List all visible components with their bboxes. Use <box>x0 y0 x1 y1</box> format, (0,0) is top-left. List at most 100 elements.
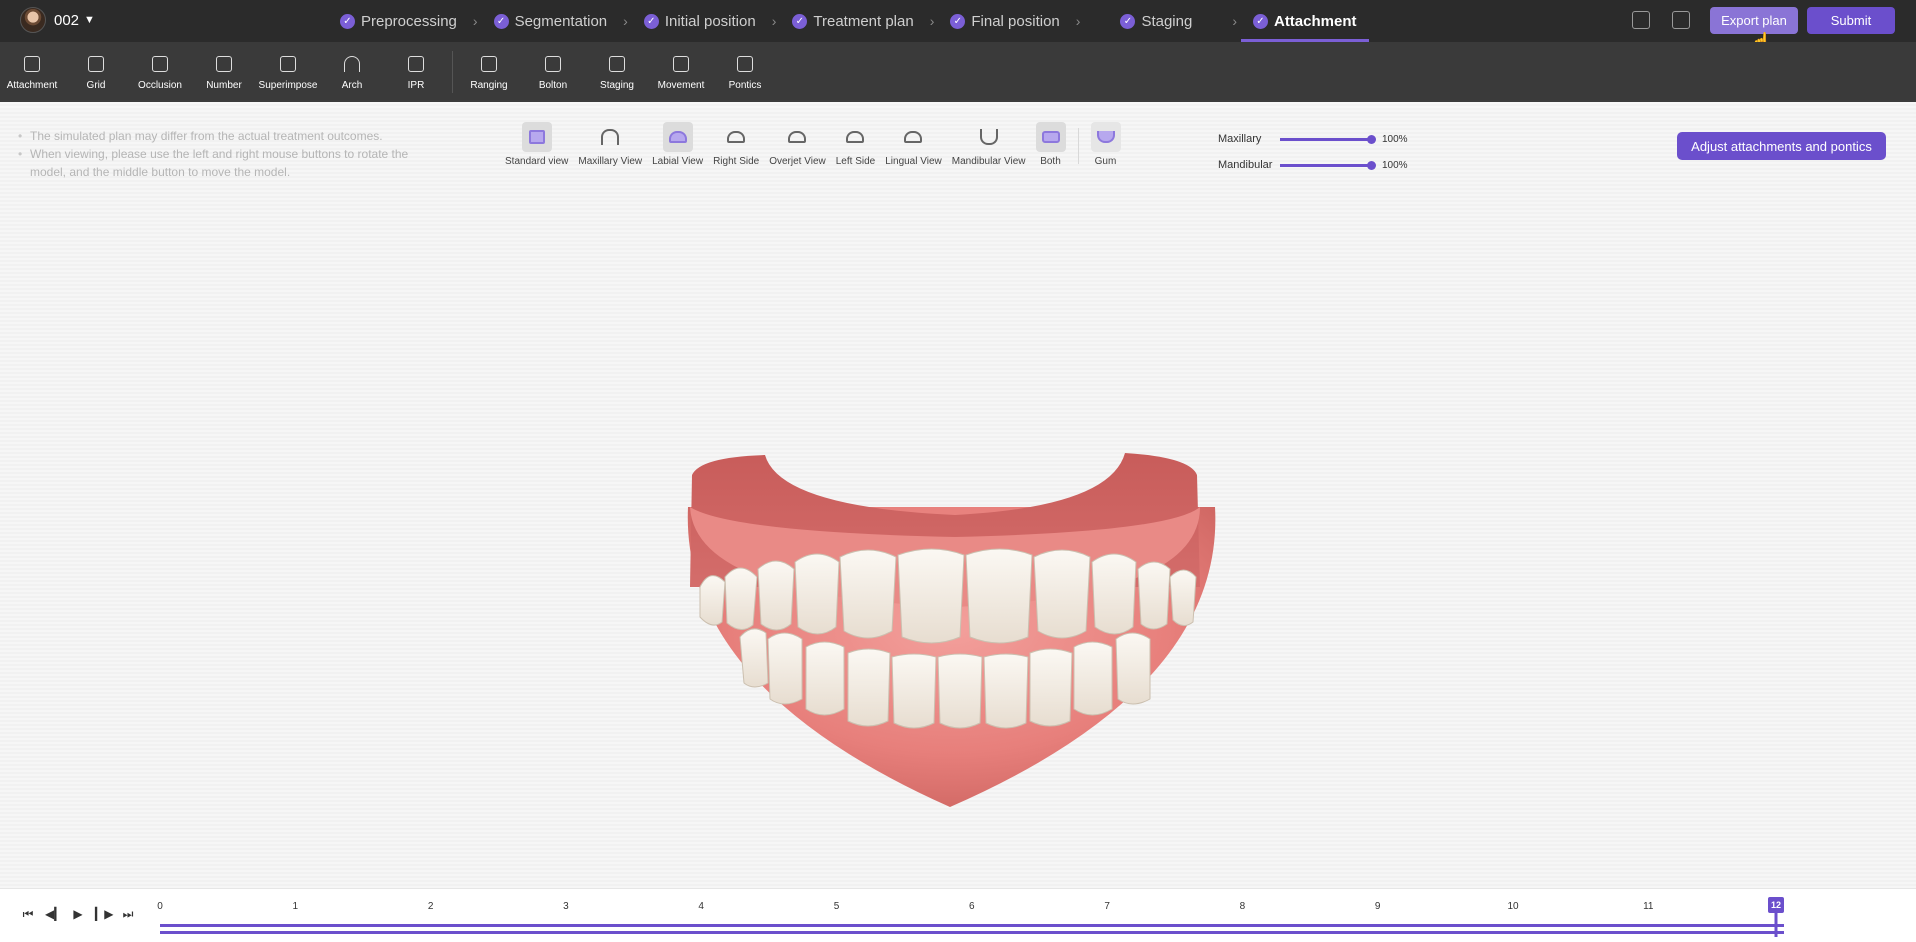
chevron-right-icon: › <box>623 13 628 29</box>
stage-tick[interactable]: 11 <box>1643 901 1653 912</box>
step-staging[interactable]: ✓ Staging <box>1120 0 1192 42</box>
case-selector[interactable]: 002 ▼ <box>20 7 95 33</box>
slider-label: Maxillary <box>1218 133 1262 145</box>
tool-arch[interactable]: Arch <box>320 42 384 102</box>
tool-bolton[interactable]: Bolton <box>521 42 585 102</box>
step-final-position[interactable]: ✓ Final position <box>950 0 1060 42</box>
step-attachment[interactable]: ✓ Attachment <box>1241 0 1368 42</box>
grid-icon <box>88 56 104 72</box>
view-maxillary[interactable]: Maxillary View <box>578 122 642 167</box>
clipboard-icon <box>673 56 689 72</box>
view-labial[interactable]: Labial View <box>652 122 703 167</box>
tool-label: Number <box>206 80 242 91</box>
stage-tick[interactable]: 4 <box>698 901 704 912</box>
step-treatment-plan[interactable]: ✓ Treatment plan <box>792 0 914 42</box>
tool-number[interactable]: Number <box>192 42 256 102</box>
tool-ranging[interactable]: Ranging <box>457 42 521 102</box>
check-icon: ✓ <box>792 13 808 29</box>
view-both[interactable]: Both <box>1035 122 1066 167</box>
ranging-icon <box>481 56 497 72</box>
tool-label: Arch <box>341 80 363 91</box>
chevron-down-icon: ▼ <box>84 14 95 26</box>
lower-stage-bar <box>160 931 1784 934</box>
tool-label: Ranging <box>470 80 508 91</box>
stage-tick[interactable]: 1 <box>293 901 299 912</box>
tool-superimpose[interactable]: Superimpose <box>256 42 320 102</box>
tool-movement[interactable]: Movement <box>649 42 713 102</box>
labial-view-icon <box>662 122 693 152</box>
slider-label: Mandibular <box>1218 159 1273 171</box>
workflow-steps: ✓ Preprocessing › ✓ Segmentation › ✓ Initia… <box>340 0 1368 42</box>
view-lingual[interactable]: Lingual View <box>885 122 942 167</box>
tool-grid[interactable]: Grid <box>64 42 128 102</box>
skip-to-end-icon[interactable]: ⏭ <box>120 907 136 922</box>
viewport[interactable]: The simulated plan may differ from the a… <box>0 102 1916 888</box>
note-item: When viewing, please use the left and ri… <box>18 145 438 181</box>
mandibular-slider[interactable] <box>1280 160 1376 170</box>
view-right-side[interactable]: Right Side <box>713 122 759 167</box>
check-icon: ✓ <box>493 13 509 29</box>
tool-label: Pontics <box>728 80 762 91</box>
tool-staging[interactable]: Staging <box>585 42 649 102</box>
usage-notes: The simulated plan may differ from the a… <box>18 127 438 181</box>
opacity-sliders: Maxillary 100% Mandibular 100% <box>1218 126 1408 178</box>
stage-tick[interactable]: 7 <box>1104 901 1110 912</box>
export-plan-button[interactable]: Export plan <box>1710 7 1798 34</box>
submit-button[interactable]: Submit <box>1807 7 1895 34</box>
step-segmentation[interactable]: ✓ Segmentation <box>493 0 607 42</box>
check-icon: ✓ <box>950 13 966 29</box>
tool-occlusion[interactable]: Occlusion <box>128 42 192 102</box>
view-left-side[interactable]: Left Side <box>836 122 875 167</box>
stage-tick[interactable]: 10 <box>1507 901 1518 912</box>
timeline-track[interactable]: 0 1 2 3 4 5 6 7 8 9 10 11 12 <box>157 897 1784 937</box>
tool-label: Superimpose <box>258 80 318 91</box>
standard-view-icon <box>521 122 552 152</box>
view-label: Left Side <box>835 156 876 167</box>
view-overjet[interactable]: Overjet View <box>769 122 826 167</box>
inbox-icon[interactable] <box>1632 11 1650 29</box>
step-initial-position[interactable]: ✓ Initial position <box>643 0 756 42</box>
view-standard[interactable]: Standard view <box>505 122 568 167</box>
stage-tick[interactable]: 3 <box>563 901 569 912</box>
stage-tick[interactable]: 5 <box>834 901 840 912</box>
stage-tick[interactable]: 8 <box>1240 901 1246 912</box>
view-label: Mandibular View <box>951 156 1026 167</box>
tool-label: Movement <box>657 80 705 91</box>
right-side-icon <box>721 122 751 152</box>
slider-handle[interactable] <box>1367 134 1376 144</box>
tool-attachment[interactable]: Attachment <box>0 42 64 102</box>
tool-pontics[interactable]: Pontics <box>713 42 777 102</box>
view-label: Both <box>1040 156 1061 167</box>
tooth-number-icon <box>216 56 232 72</box>
image-icon[interactable] <box>1672 11 1690 29</box>
ipr-icon <box>408 56 424 72</box>
stage-tick[interactable]: 6 <box>969 901 975 912</box>
chevron-right-icon: › <box>771 13 777 29</box>
stage-tick[interactable]: 0 <box>157 901 163 912</box>
dental-model[interactable] <box>670 357 1250 817</box>
step-preprocessing[interactable]: ✓ Preprocessing <box>340 0 457 42</box>
step-label: Staging <box>1141 12 1193 30</box>
stage-timeline: ⏮ ◀▎ ▶ ▎▶ ⏭ 0 1 2 3 4 5 6 7 8 9 10 11 12 <box>0 888 1916 942</box>
stage-tick[interactable]: 2 <box>428 901 434 912</box>
current-stage-marker[interactable]: 12 <box>1768 897 1784 913</box>
check-icon: ✓ <box>1252 13 1268 29</box>
case-id: 002 <box>54 11 80 29</box>
current-stage-line <box>1774 913 1778 937</box>
view-label: Overjet View <box>769 156 826 167</box>
previous-stage-icon[interactable]: ◀▎ <box>45 907 63 922</box>
maxillary-slider[interactable] <box>1280 134 1376 144</box>
view-mandibular[interactable]: Mandibular View <box>952 122 1026 167</box>
tool-ipr[interactable]: IPR <box>384 42 448 102</box>
next-stage-icon[interactable]: ▎▶ <box>95 907 113 922</box>
skip-to-start-icon[interactable]: ⏮ <box>20 907 36 922</box>
play-icon[interactable]: ▶ <box>70 907 86 922</box>
both-jaws-icon <box>1035 122 1066 152</box>
upper-teeth <box>699 548 1197 644</box>
slider-handle[interactable] <box>1367 160 1376 170</box>
pontic-tooth-icon <box>737 56 753 72</box>
arch-icon <box>344 56 360 72</box>
stage-tick[interactable]: 9 <box>1375 901 1381 912</box>
adjust-attachments-button[interactable]: Adjust attachments and pontics <box>1677 132 1886 160</box>
toggle-gum[interactable]: Gum <box>1090 122 1121 167</box>
